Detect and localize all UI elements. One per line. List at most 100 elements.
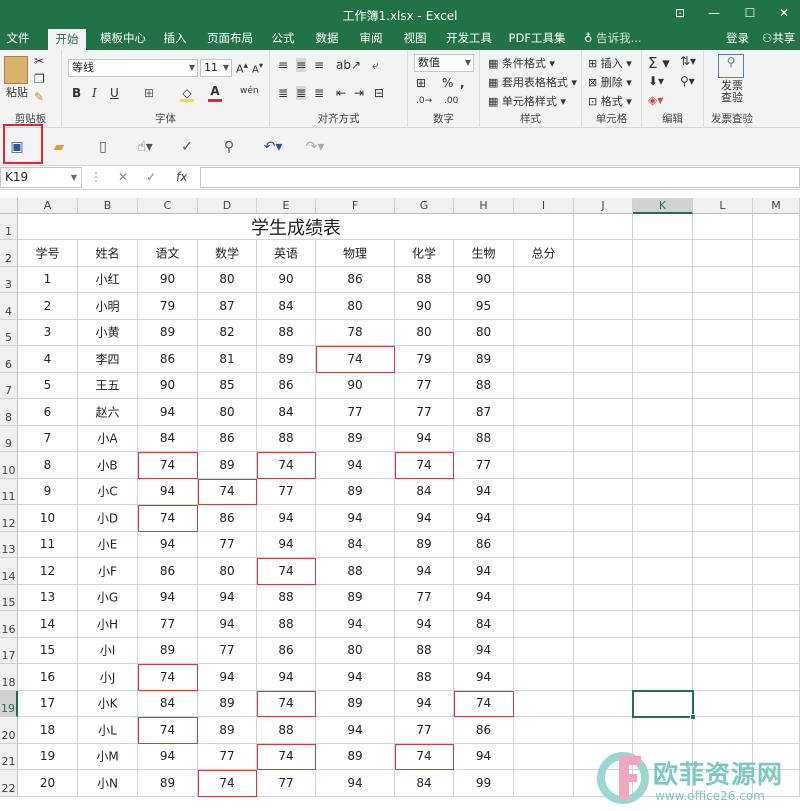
new-file-icon[interactable]: ▯	[92, 137, 114, 157]
cell-J4[interactable]	[574, 293, 633, 320]
cell-B10[interactable]: 小B	[78, 452, 138, 479]
cell-A2[interactable]: 学号	[18, 240, 78, 267]
cell-M20[interactable]	[753, 717, 800, 744]
cell-I8[interactable]	[514, 399, 574, 426]
cell-A18[interactable]: 16	[18, 664, 78, 691]
cell-E3[interactable]: 90	[257, 266, 316, 293]
cell-G22[interactable]: 84	[395, 770, 454, 797]
row-header-19[interactable]: 19	[0, 690, 18, 717]
cell-K8[interactable]	[633, 399, 693, 426]
tab-pdf-tools[interactable]: PDF工具集	[504, 28, 570, 50]
decrease-indent-icon[interactable]: ⇤	[336, 86, 346, 100]
cell-B13[interactable]: 小E	[78, 531, 138, 558]
cell-D8[interactable]: 80	[198, 399, 257, 426]
row-header-13[interactable]: 13	[0, 531, 18, 558]
cell-E17[interactable]: 86	[257, 637, 316, 664]
cell-G16[interactable]: 94	[395, 611, 454, 638]
cell-B12[interactable]: 小D	[78, 505, 138, 532]
tab-developer[interactable]: 开发工具	[442, 28, 496, 50]
cell-C22[interactable]: 89	[138, 770, 198, 797]
cell-M7[interactable]	[753, 372, 800, 399]
cell-K4[interactable]	[633, 293, 693, 320]
cell-K6[interactable]	[633, 346, 693, 373]
cell-M1[interactable]	[753, 214, 800, 240]
cell-D12[interactable]: 86	[198, 505, 257, 532]
cell-J2[interactable]	[574, 240, 633, 267]
column-header-H[interactable]: H	[454, 198, 514, 214]
maximize-button[interactable]: ☐	[740, 4, 760, 22]
cell-J18[interactable]	[574, 664, 633, 691]
open-folder-icon[interactable]: ▰	[48, 137, 70, 157]
cell-A13[interactable]: 11	[18, 531, 78, 558]
cell-C4[interactable]: 79	[138, 293, 198, 320]
name-box[interactable]: K19 ▼	[0, 167, 82, 188]
cell-K1[interactable]	[633, 214, 693, 240]
cell-G2[interactable]: 化学	[395, 240, 454, 267]
cell-H5[interactable]: 80	[454, 319, 514, 346]
row-header-4[interactable]: 4	[0, 293, 18, 320]
decrease-font-icon[interactable]: A▾	[252, 60, 263, 75]
cell-H14[interactable]: 94	[454, 558, 514, 585]
cell-M14[interactable]	[753, 558, 800, 585]
align-middle-icon[interactable]: ≡	[296, 58, 307, 72]
cell-I10[interactable]	[514, 452, 574, 479]
cell-D9[interactable]: 86	[198, 425, 257, 452]
cell-A11[interactable]: 9	[18, 478, 78, 505]
cell-F16[interactable]: 94	[316, 611, 395, 638]
percent-icon[interactable]: %	[442, 76, 453, 90]
font-size-select[interactable]: 11 ▼	[200, 59, 232, 77]
cell-A17[interactable]: 15	[18, 637, 78, 664]
merge-center-icon[interactable]: ⊟	[374, 86, 384, 100]
cell-K15[interactable]	[633, 584, 693, 611]
cell-J5[interactable]	[574, 319, 633, 346]
cell-E8[interactable]: 84	[257, 399, 316, 426]
cell-H4[interactable]: 95	[454, 293, 514, 320]
cell-I7[interactable]	[514, 372, 574, 399]
cell-J6[interactable]	[574, 346, 633, 373]
cell-B9[interactable]: 小A	[78, 425, 138, 452]
cell-D6[interactable]: 81	[198, 346, 257, 373]
cell-G4[interactable]: 90	[395, 293, 454, 320]
format-button[interactable]: ⊡ 格式 ▾	[588, 93, 632, 109]
fill-color-icon[interactable]: ◇	[180, 86, 194, 102]
column-header-A[interactable]: A	[18, 198, 78, 214]
tab-file[interactable]: 文件	[0, 28, 36, 50]
cell-H7[interactable]: 88	[454, 372, 514, 399]
cell-E22[interactable]: 77	[257, 770, 316, 797]
row-header-11[interactable]: 11	[0, 478, 18, 505]
cell-G18[interactable]: 88	[395, 664, 454, 691]
comma-icon[interactable]: ,	[460, 76, 465, 90]
row-header-18[interactable]: 18	[0, 664, 18, 691]
cell-A3[interactable]: 1	[18, 266, 78, 293]
cell-L6[interactable]	[693, 346, 753, 373]
cell-F14[interactable]: 88	[316, 558, 395, 585]
cell-E2[interactable]: 英语	[257, 240, 316, 267]
cell-K10[interactable]	[633, 452, 693, 479]
bold-button[interactable]: B	[72, 86, 81, 100]
cell-J12[interactable]	[574, 505, 633, 532]
row-header-20[interactable]: 20	[0, 717, 18, 744]
cell-K3[interactable]	[633, 266, 693, 293]
tab-insert[interactable]: 插入	[158, 28, 192, 50]
cell-J9[interactable]	[574, 425, 633, 452]
cell-J7[interactable]	[574, 372, 633, 399]
align-center-icon[interactable]: ≣	[296, 86, 307, 100]
cell-A9[interactable]: 7	[18, 425, 78, 452]
increase-decimal-icon[interactable]: .0→	[416, 96, 432, 106]
cell-C2[interactable]: 语文	[138, 240, 198, 267]
row-header-12[interactable]: 12	[0, 505, 18, 532]
cell-I20[interactable]	[514, 717, 574, 744]
cell-K7[interactable]	[633, 372, 693, 399]
cell-F5[interactable]: 78	[316, 319, 395, 346]
cell-I12[interactable]	[514, 505, 574, 532]
column-header-K[interactable]: K	[633, 198, 693, 214]
row-header-1[interactable]: 1	[0, 214, 18, 240]
tab-template-center[interactable]: 模板中心	[94, 28, 152, 50]
cell-F18[interactable]: 94	[316, 664, 395, 691]
cell-styles-button[interactable]: ▦ 单元格样式 ▾	[488, 93, 566, 109]
cell-B18[interactable]: 小J	[78, 664, 138, 691]
phonetic-icon[interactable]: wén	[240, 86, 259, 96]
cell-J19[interactable]	[574, 690, 633, 717]
cell-D13[interactable]: 77	[198, 531, 257, 558]
cell-L14[interactable]	[693, 558, 753, 585]
